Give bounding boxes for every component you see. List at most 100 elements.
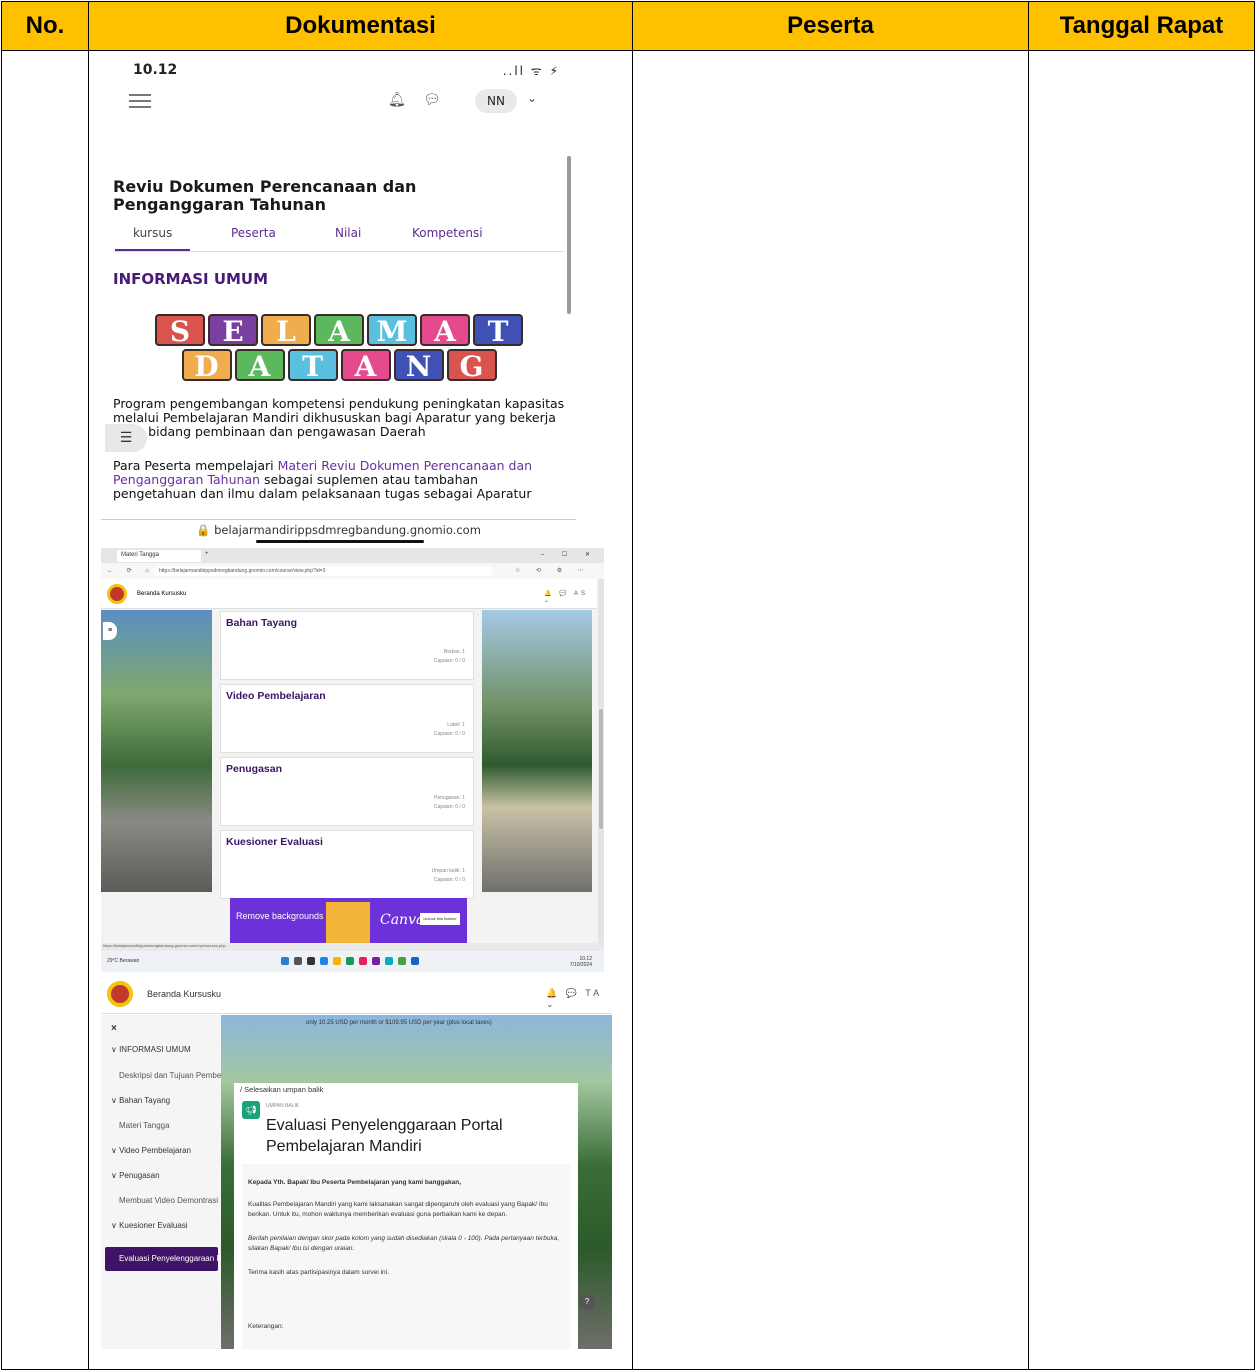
keterangan-label: Keterangan: <box>248 1323 284 1330</box>
status-url: https://belajarmandirippsdmregbandung.gn… <box>101 943 604 951</box>
section-card: Kuesioner Evaluasi Umpan balik: 1 Capaian… <box>220 830 474 899</box>
sidebar-item: ∨ Penugasan <box>111 1171 160 1180</box>
cell-tanggal-rapat <box>1028 50 1255 1370</box>
intro-paragraph: Program pengembangan kompetensi pendukun… <box>113 396 565 439</box>
section-card: Video Pembelajaran Label: 1 Capaian: 0 / … <box>220 684 474 753</box>
tab-peserta: Peserta <box>231 226 276 240</box>
weather-widget: 29°C Berawan <box>107 958 140 964</box>
sidebar-item: Deskripsi dan Tujuan Pembel... <box>119 1071 230 1080</box>
page-title: Evaluasi Penyelenggaraan Portal Pembelaj… <box>266 1117 503 1155</box>
banner-letter: S <box>155 314 205 348</box>
signal-icon: ..ll ᯤ ⚡ <box>502 64 560 78</box>
course-index-icon: ☰ <box>105 424 147 452</box>
card-meta: Berkas: 1 Capaian: 0 / 0 <box>433 649 465 664</box>
user-menu: 🔔 💬 AS ⌄ <box>544 591 588 604</box>
course-index-sidebar: × ∨ INFORMASI UMUM Deskripsi dan Tujuan P… <box>101 1015 233 1349</box>
banner-letter: E <box>208 314 258 348</box>
materi-paragraph: Para Peserta mempelajari Materi Reviu Do… <box>113 458 533 501</box>
browser-nav-icons: ← ⟳ ⌂ <box>107 568 155 574</box>
ad-button: Unlock this feature <box>420 913 460 925</box>
site-logo <box>107 584 127 604</box>
banner-letter: G <box>446 349 497 383</box>
browser-tabbar: Materi Tangga + – ☐ ✕ <box>101 548 604 563</box>
breadcrumb: / Selesaikan umpan balik <box>240 1085 324 1094</box>
banner-letter: A <box>234 349 285 383</box>
course-title: Reviu Dokumen Perencanaan dan Penganggar… <box>113 177 417 214</box>
section-heading: INFORMASI UMUM <box>113 270 269 288</box>
cell-peserta <box>632 50 1029 1370</box>
campus-photo-left <box>101 610 212 892</box>
site-header: Beranda Kursusku 🔔 💬 AS ⌄ <box>101 579 597 609</box>
thanks-text: Terima kasih atas partisipasinya dalam s… <box>248 1269 389 1276</box>
card-meta: Umpan balik: 1 Capaian: 0 / 0 <box>431 868 465 883</box>
banner-letter: N <box>393 349 444 383</box>
canva-ad: Remove backgrounds in a click Canva Unlo… <box>230 898 467 944</box>
sidebar-item: ∨ Kuesioner Evaluasi <box>111 1221 188 1230</box>
sidebar-item: Evaluasi Penyelenggaraan Po... <box>105 1247 233 1271</box>
course-tabs: kursus Peserta Nilai Kompetensi <box>113 220 565 252</box>
feedback-icon: 📢︎ <box>242 1101 260 1119</box>
campus-photo-right <box>482 610 592 892</box>
banner-letter: A <box>420 314 470 348</box>
taskbar-icons <box>281 957 419 965</box>
bell-icon: 🔔︎ <box>388 92 406 108</box>
card-title: Bahan Tayang <box>226 617 297 629</box>
clock: 10.12 7/10/2024 <box>569 956 592 968</box>
site-menu: Beranda Kursusku <box>137 591 187 597</box>
feedback-panel: / Selesaikan umpan balik 📢︎ UMPAN BALIK … <box>234 1083 578 1349</box>
close-icon: × <box>111 1023 117 1034</box>
browser-address-bar: ← ⟳ ⌂ https://belajarmandirippsdmregband… <box>101 563 604 579</box>
intro-box: Kepada Yth. Bapak/ Ibu Peserta Pembelaja… <box>242 1164 570 1349</box>
card-meta: Penugasan: 1 Capaian: 0 / 0 <box>433 795 465 810</box>
banner-letter: T <box>287 349 338 383</box>
instruction-text: Berilah penilaian dengan skor pada kolom… <box>248 1235 560 1252</box>
browser-tab: Materi Tangga <box>117 550 201 562</box>
avatar: NN <box>475 89 517 113</box>
banner-letter: A <box>314 314 364 348</box>
user-menu: 🔔 💬 TA ⌄ <box>546 988 602 1009</box>
feedback-screenshot: Beranda Kursusku 🔔 💬 TA ⌄ × ∨ INFORMASI … <box>101 976 612 1349</box>
phone-screenshot: 10.12 ..ll ᯤ ⚡ 🔔︎ 💬︎ NN ⌄ Reviu Dokumen … <box>101 52 576 544</box>
window-controls: – ☐ ✕ <box>540 552 598 558</box>
card-title: Penugasan <box>226 763 283 775</box>
section-card: Bahan Tayang Berkas: 1 Capaian: 0 / 0 <box>220 611 474 680</box>
activity-tag: UMPAN BALIK <box>266 1103 300 1109</box>
card-meta: Label: 1 Capaian: 0 / 0 <box>433 722 465 737</box>
windows-taskbar: 29°C Berawan 10.12 7/10/2024 <box>101 952 604 972</box>
status-time: 10.12 <box>133 62 178 78</box>
url-bar: 🔒 belajarmandirippsdmregbandung.gnomio.c… <box>101 519 576 537</box>
desktop-screenshot: Materi Tangga + – ☐ ✕ ← ⟳ ⌂ https://bela… <box>101 548 604 972</box>
header-tanggal-rapat: Tanggal Rapat <box>1028 1 1255 51</box>
section-card: Penugasan Penugasan: 1 Capaian: 0 / 0 <box>220 757 474 826</box>
greeting: Kepada Yth. Bapak/ Ibu Peserta Pembelaja… <box>248 1179 462 1186</box>
chevron-down-icon: ⌄ <box>527 91 538 105</box>
address-field: https://belajarmandirippsdmregbandung.gn… <box>153 566 493 576</box>
tab-nilai: Nilai <box>335 226 362 240</box>
intro-text: Kualitas Pembelajaran Mandiri yang kami … <box>248 1201 548 1218</box>
ad-brand: Canva <box>380 912 425 928</box>
table-header-row: No. Dokumentasi Peserta Tanggal Rapat <box>1 1 1255 51</box>
banner-letter: L <box>261 314 311 348</box>
banner-letter: A <box>340 349 391 383</box>
sidebar-item: ∨ INFORMASI UMUM <box>111 1045 191 1054</box>
site-header: Beranda Kursusku 🔔 💬 TA ⌄ <box>101 976 612 1014</box>
ad-image <box>326 902 370 944</box>
chat-icon: 💬︎ <box>423 92 441 108</box>
course-index-icon: ≡ <box>103 622 117 640</box>
card-title: Video Pembelajaran <box>226 690 326 702</box>
header-no: No. <box>1 1 89 51</box>
top-note: only 10.25 USD per month or $109.95 USD … <box>306 1020 492 1026</box>
scrollbar <box>598 579 604 943</box>
sidebar-item: ∨ Video Pembelajaran <box>111 1146 191 1155</box>
card-title: Kuesioner Evaluasi <box>226 836 323 848</box>
hamburger-icon <box>129 94 151 112</box>
site-logo <box>107 981 133 1007</box>
cell-no <box>1 50 89 1370</box>
banner-letter: T <box>473 314 523 348</box>
header-peserta: Peserta <box>632 1 1029 51</box>
browser-extension-icons: ☆ ⟲ ⚙ ⋯ <box>515 568 591 574</box>
site-menu: Beranda Kursusku <box>147 989 222 999</box>
tab-kompetensi: Kompetensi <box>412 226 483 240</box>
banner-letter: M <box>367 314 417 348</box>
tab-kursus: kursus <box>115 226 191 251</box>
